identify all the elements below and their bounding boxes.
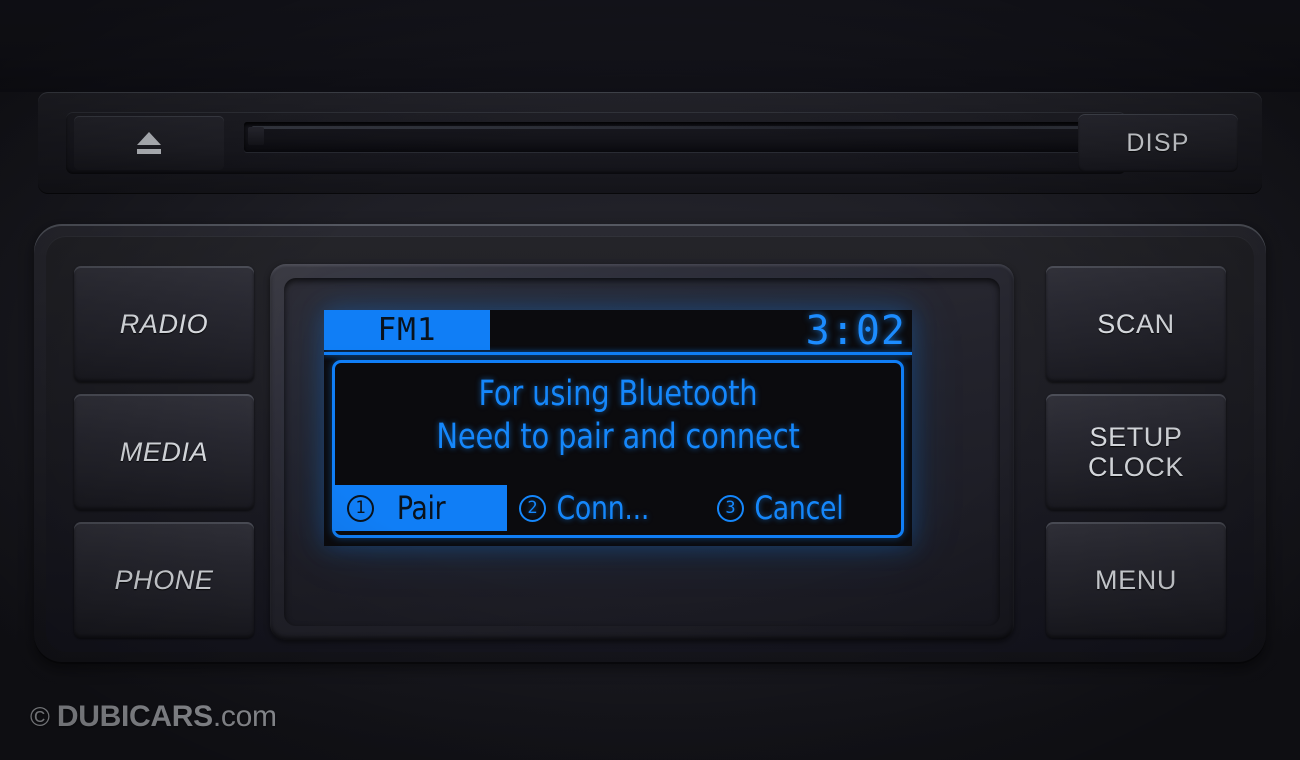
radio-button-label: RADIO bbox=[119, 308, 209, 339]
option-connect-number: 2 bbox=[519, 494, 546, 522]
media-button[interactable]: MEDIA bbox=[74, 394, 254, 510]
eject-button[interactable] bbox=[74, 116, 224, 170]
disp-button[interactable]: DISP bbox=[1078, 114, 1238, 172]
menu-button-label: MENU bbox=[1095, 564, 1177, 595]
option-cancel[interactable]: 3 Cancel bbox=[717, 485, 847, 531]
right-button-column: SCAN SETUP CLOCK MENU bbox=[1046, 266, 1226, 638]
menu-button[interactable]: MENU bbox=[1046, 522, 1226, 638]
watermark-brand: DUBICARS bbox=[56, 700, 213, 733]
source-badge: FM1 bbox=[324, 310, 490, 350]
dialog-message-line-2: Need to pair and connect bbox=[436, 416, 800, 457]
source-badge-label: FM1 bbox=[377, 312, 437, 348]
bluetooth-dialog: For using Bluetooth Need to pair and con… bbox=[332, 360, 904, 538]
option-connect-label: Conn... bbox=[556, 489, 650, 527]
eject-icon bbox=[137, 132, 161, 154]
phone-button-label: PHONE bbox=[114, 564, 214, 595]
option-pair-number: 1 bbox=[347, 494, 374, 522]
disp-button-label: DISP bbox=[1126, 128, 1190, 157]
option-cancel-label: Cancel bbox=[754, 489, 844, 527]
cd-panel-inner bbox=[66, 112, 1126, 174]
screenshot-root: DISP RADIO MEDIA PHONE SCAN SETUP CLOCK … bbox=[0, 0, 1300, 760]
setup-clock-button-label: SETUP CLOCK bbox=[1087, 421, 1185, 482]
setup-clock-button[interactable]: SETUP CLOCK bbox=[1046, 394, 1226, 510]
lcd-status-bar: FM1 3:02 bbox=[324, 310, 912, 354]
media-button-label: MEDIA bbox=[119, 436, 209, 467]
display-bezel-inner: FM1 3:02 For using Bluetooth Need to pai… bbox=[284, 278, 1000, 626]
dialog-message-line-1: For using Bluetooth bbox=[478, 374, 758, 414]
option-cancel-number: 3 bbox=[717, 494, 744, 522]
head-unit: RADIO MEDIA PHONE SCAN SETUP CLOCK MENU … bbox=[34, 224, 1266, 664]
dialog-option-bar: 1 Pair 2 Conn... 3 Cancel bbox=[335, 485, 901, 535]
watermark-copyright: © bbox=[30, 701, 50, 732]
option-pair-label: Pair bbox=[396, 489, 446, 527]
option-connect[interactable]: 2 Conn... bbox=[519, 485, 653, 531]
phone-button[interactable]: PHONE bbox=[74, 522, 254, 638]
scan-button-label: SCAN bbox=[1097, 308, 1175, 339]
option-pair[interactable]: 1 Pair bbox=[335, 485, 507, 531]
scan-button[interactable]: SCAN bbox=[1046, 266, 1226, 382]
status-divider bbox=[324, 352, 912, 355]
cd-slot[interactable] bbox=[244, 122, 1106, 152]
lcd-screen[interactable]: FM1 3:02 For using Bluetooth Need to pai… bbox=[324, 310, 912, 546]
dialog-message: For using Bluetooth Need to pair and con… bbox=[335, 373, 901, 458]
watermark: © DUBICARS.com bbox=[30, 700, 277, 734]
radio-button[interactable]: RADIO bbox=[74, 266, 254, 382]
left-button-column: RADIO MEDIA PHONE bbox=[74, 266, 254, 638]
head-unit-inner: RADIO MEDIA PHONE SCAN SETUP CLOCK MENU … bbox=[46, 236, 1254, 652]
clock-display: 3:02 bbox=[805, 310, 906, 354]
display-bezel: FM1 3:02 For using Bluetooth Need to pai… bbox=[270, 264, 1014, 640]
cd-panel: DISP bbox=[38, 92, 1262, 194]
dashboard-top-trim bbox=[0, 0, 1300, 92]
watermark-tld: .com bbox=[212, 700, 277, 733]
cd-slot-tab-left bbox=[248, 127, 264, 145]
